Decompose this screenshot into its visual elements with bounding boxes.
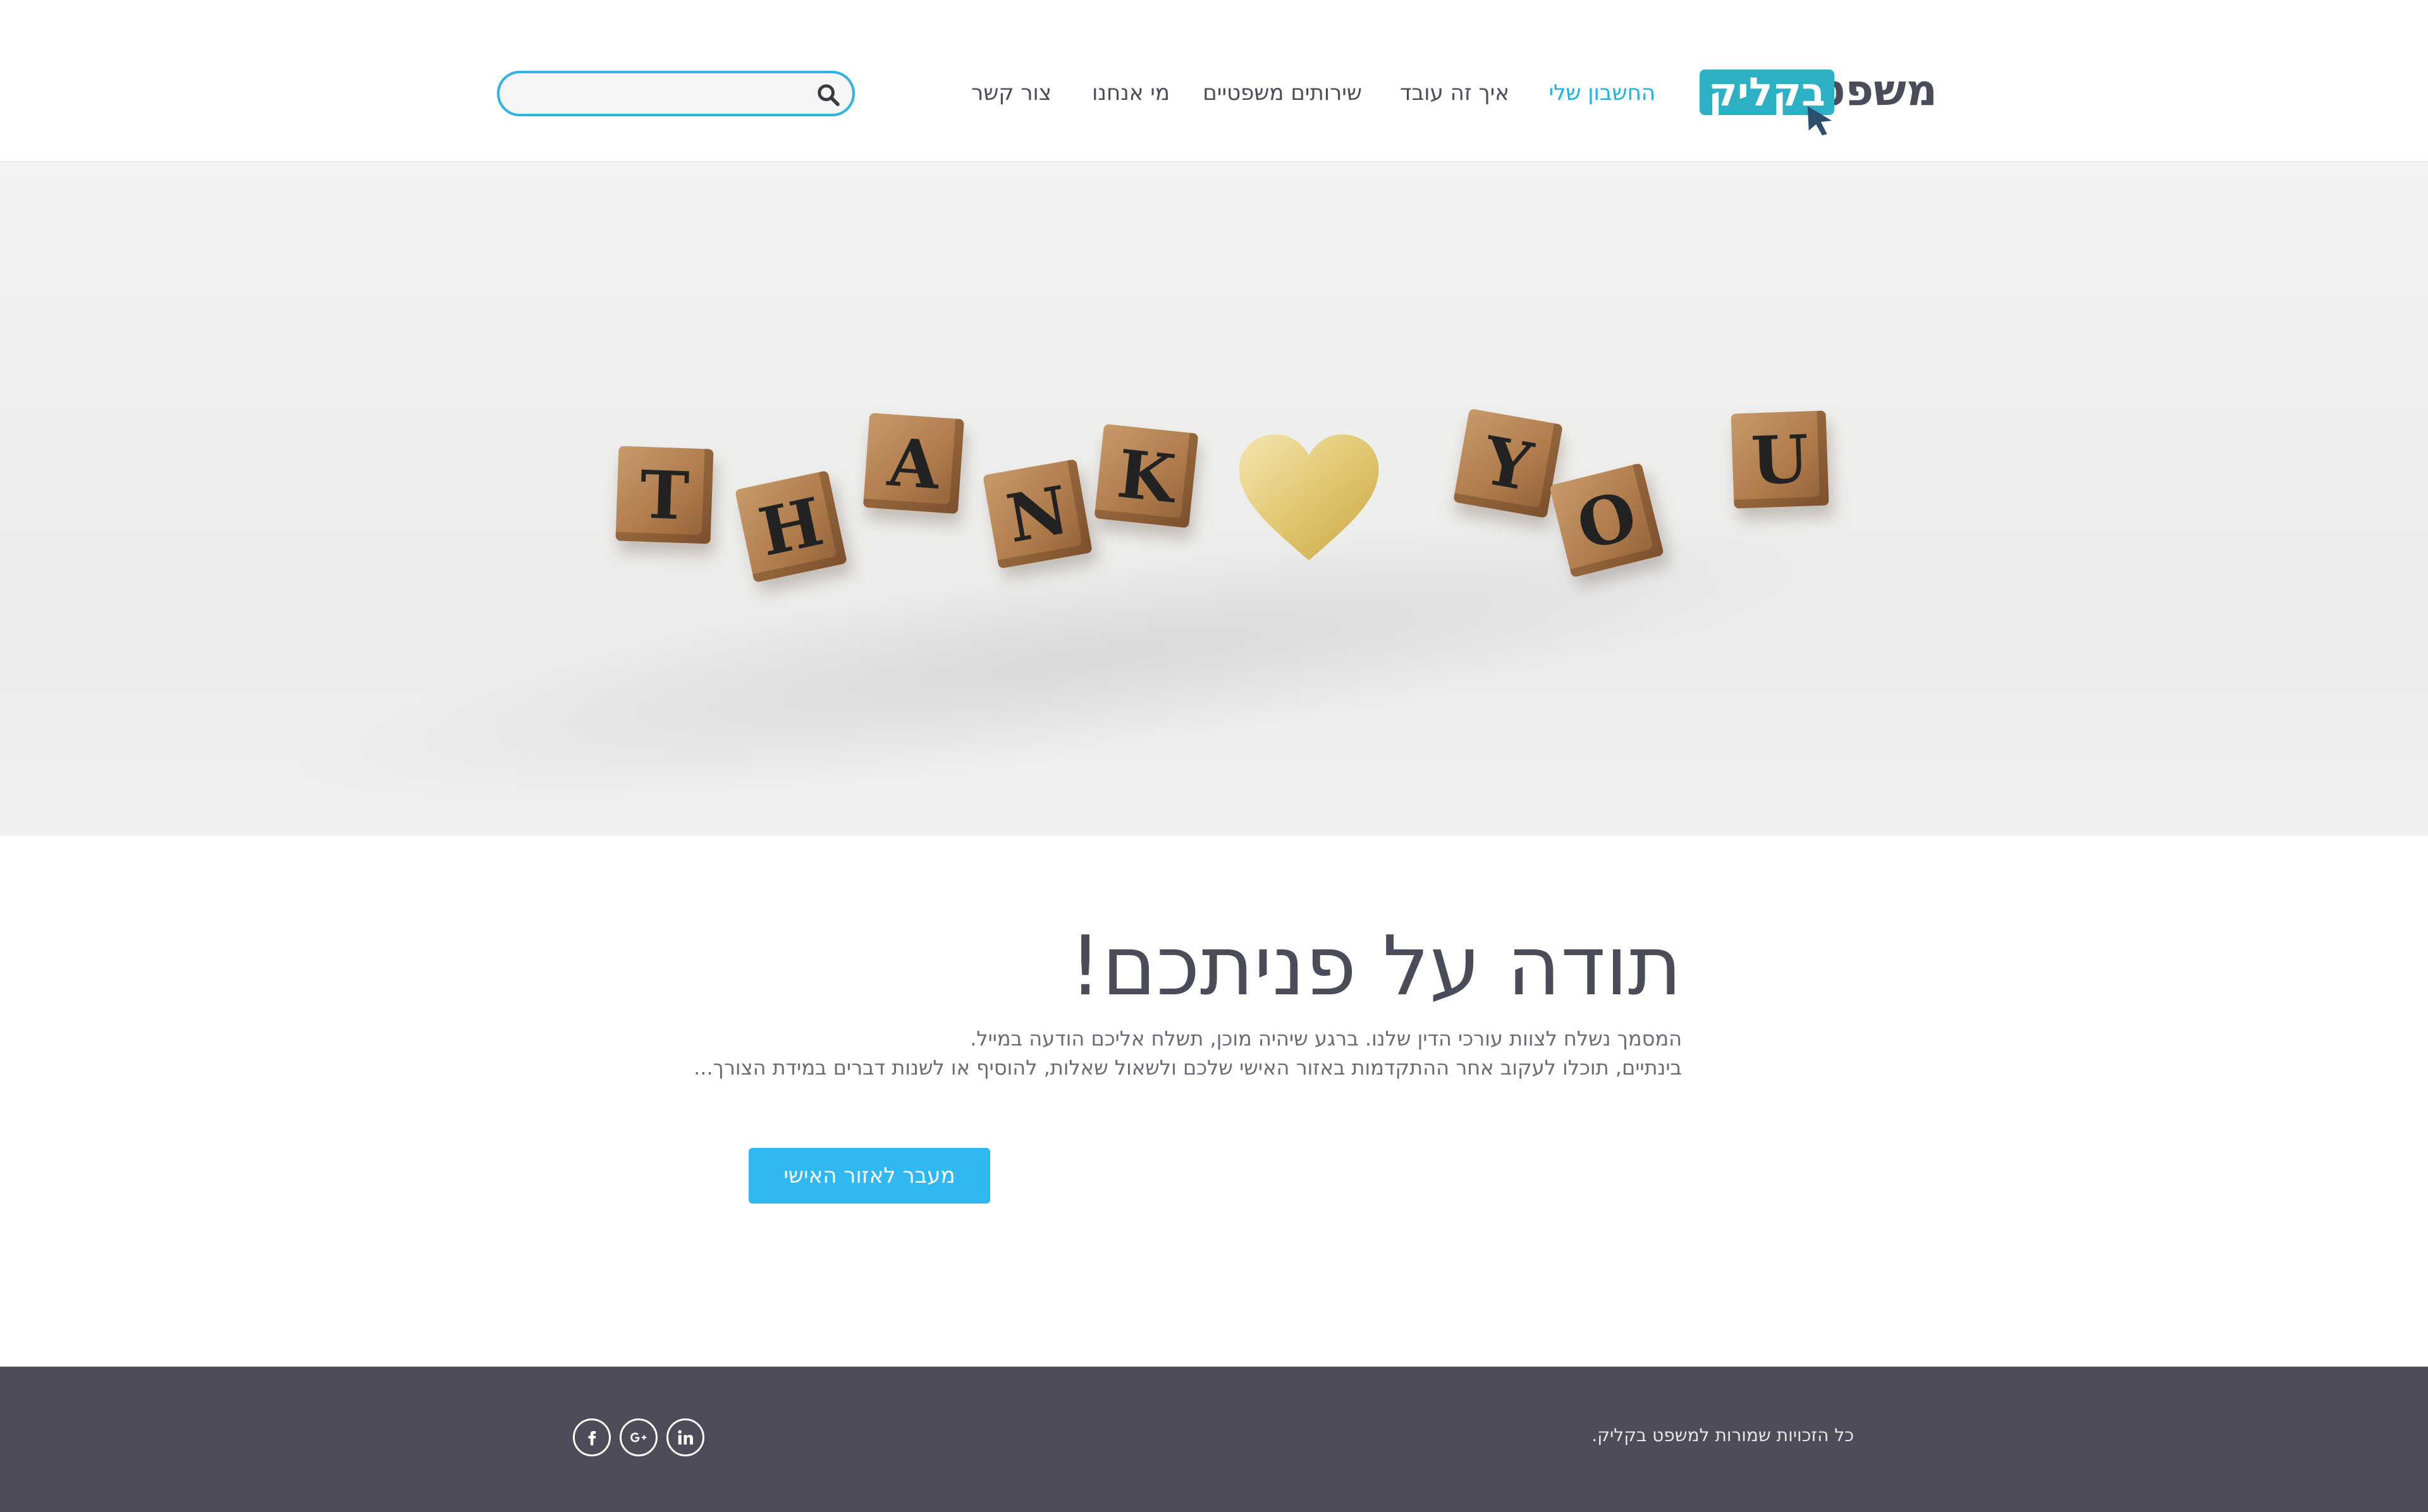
- confirmation-text: המסמך נשלח לצוות עורכי הדין שלנו. ברגע ש…: [694, 1024, 1682, 1082]
- search-box: [497, 71, 855, 116]
- site-logo[interactable]: משפט בקליק: [1700, 66, 1937, 137]
- search-icon[interactable]: [816, 82, 841, 107]
- nav-how-it-works[interactable]: איך זה עובד: [1400, 71, 1509, 115]
- confirmation-line-2: בינתיים, תוכלו לעקוב אחר ההתקדמות באזור …: [694, 1056, 1682, 1080]
- letter-block-t: T: [615, 446, 714, 544]
- letter-block-u: U: [1731, 410, 1829, 509]
- letter-h: H: [752, 482, 830, 571]
- letter-k: K: [1113, 434, 1179, 518]
- google-plus-icon[interactable]: [620, 1418, 658, 1456]
- letter-a: A: [885, 422, 942, 504]
- hero-banner: T H A N K Y O U: [0, 163, 2428, 836]
- letter-block-k: K: [1094, 424, 1199, 528]
- letter-y: Y: [1478, 420, 1538, 506]
- copyright-text: כל הזכויות שמורות למשפט בקליק.: [1591, 1425, 1854, 1446]
- heart-icon: [1239, 434, 1379, 561]
- nav-my-account[interactable]: החשבון שלי: [1548, 71, 1655, 115]
- letter-block-h: H: [735, 470, 847, 583]
- page-title: תודה על פניתכם!: [1069, 918, 1682, 1014]
- confirmation-line-1: המסמך נשלח לצוות עורכי הדין שלנו. ברגע ש…: [970, 1027, 1682, 1051]
- site-header: משפט בקליק החשבון שלי איך זה עובד שירותי…: [0, 0, 2428, 162]
- nav-legal-services[interactable]: שירותים משפטיים: [1203, 71, 1362, 115]
- letter-n: N: [1001, 470, 1074, 558]
- letter-o: O: [1569, 475, 1644, 565]
- letter-t: T: [639, 455, 690, 535]
- letter-block-a: A: [862, 412, 965, 515]
- site-footer: כל הזכויות שמורות למשפט בקליק.: [0, 1367, 2428, 1512]
- search-input[interactable]: [518, 80, 790, 107]
- linkedin-icon[interactable]: [666, 1418, 704, 1456]
- nav-about-us[interactable]: מי אנחנו: [1092, 71, 1170, 115]
- letter-u: U: [1750, 419, 1810, 500]
- letter-block-y: Y: [1453, 408, 1563, 518]
- facebook-icon[interactable]: [573, 1418, 611, 1456]
- personal-area-button[interactable]: מעבר לאזור האישי: [749, 1148, 990, 1204]
- cursor-icon: [1807, 106, 1832, 136]
- nav-contact[interactable]: צור קשר: [971, 71, 1052, 115]
- letter-block-n: N: [983, 459, 1093, 569]
